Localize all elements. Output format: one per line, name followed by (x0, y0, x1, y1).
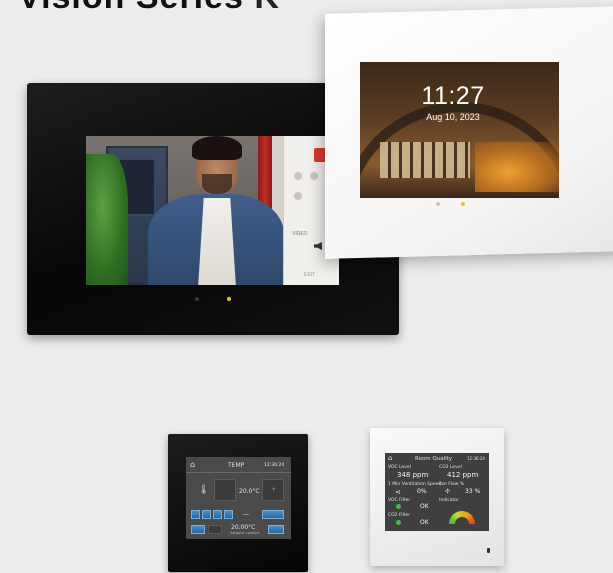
indicator-led-icon (227, 297, 231, 301)
indicator-label: Indicator (439, 498, 459, 503)
room-clock: 12:36:24 (467, 456, 485, 461)
co2-filter-status-icon (396, 520, 401, 525)
option-dot-icon[interactable] (294, 192, 302, 200)
status-led-icon (487, 548, 490, 553)
exit-button[interactable]: EXIT (304, 272, 315, 278)
co2-label: CO2 Level (439, 465, 462, 470)
setpoint-caption: Setpoint comfort (230, 531, 260, 535)
setpoint-up-button[interactable] (268, 525, 284, 534)
fan-value: 33 % (465, 488, 481, 495)
thermostat-title: TEMP (228, 462, 245, 469)
voc-label: VOC Level (388, 465, 411, 470)
home-icon[interactable]: ⌂ (190, 460, 195, 469)
mode-button[interactable] (213, 510, 222, 519)
setpoint-mode-button[interactable] (208, 525, 222, 534)
clock-date: Aug 10, 2023 (426, 112, 480, 122)
header-divider (186, 472, 291, 473)
co2-filter-value: OK (420, 519, 429, 526)
indicator-led-icon (461, 202, 465, 206)
side-label: VIDEO (292, 231, 308, 237)
indicator-led-icon (195, 297, 199, 301)
co2-filter-label: CO2 Filter (388, 513, 411, 518)
visitor-beard (202, 174, 232, 194)
voc-filter-value: OK (420, 503, 429, 510)
fan-icon: ✣ (445, 488, 451, 495)
speaker-icon[interactable] (314, 242, 322, 250)
mode-indicator: — (243, 511, 249, 518)
fan-button[interactable] (262, 510, 284, 519)
voc-filter-status-icon (396, 504, 401, 509)
intercom-screen[interactable]: VIDEO EXIT (86, 136, 339, 285)
fan-label: Fan Flow % (439, 482, 465, 487)
temp-up-button[interactable]: + (262, 479, 284, 501)
mode-button[interactable] (224, 510, 233, 519)
background-glow (475, 142, 559, 192)
clock-time: 11:27 (421, 82, 485, 110)
room-quality-screen[interactable]: ⌂ Room Quality 12:36:24 VOC Level 348 pp… (385, 453, 489, 531)
thermometer-icon: 🌡 (198, 485, 210, 495)
mode-button[interactable] (191, 510, 200, 519)
thermostat-clock: 12:36:24 (264, 463, 285, 468)
page-heading: Vision Series K (18, 0, 280, 17)
background-windows (380, 142, 470, 178)
option-dot-icon[interactable] (310, 172, 318, 180)
temp-display-box (214, 479, 236, 501)
voc-filter-label: VOC Filter (388, 498, 411, 503)
room-title: Room Quality (415, 456, 453, 462)
setpoint-value: 20.00°C (231, 524, 256, 531)
gauge-center (455, 517, 469, 524)
voc-value: 348 ppm (397, 471, 429, 479)
plus-icon: + (271, 486, 277, 493)
mode-button[interactable] (202, 510, 211, 519)
option-dot-icon[interactable] (294, 172, 302, 180)
current-temp: 20.0°C (239, 488, 260, 495)
video-bush (86, 154, 128, 285)
video-feed (86, 136, 283, 285)
clock-screen[interactable]: 11:27 Aug 10, 2023 (360, 62, 559, 198)
ventilation-label: 1 Min Ventilation Speed (388, 482, 442, 487)
co2-value: 412 ppm (447, 471, 479, 479)
indicator-led-icon (436, 202, 440, 206)
visitor-hair (192, 136, 242, 160)
visitor-shirt (198, 198, 236, 285)
setpoint-down-button[interactable] (191, 525, 205, 534)
thermostat-screen[interactable]: ⌂ TEMP 12:36:24 🌡 20.0°C + — 20.00°C Set… (186, 457, 291, 539)
share-icon: ⋖ (395, 488, 401, 496)
home-icon[interactable]: ⌂ (388, 454, 392, 462)
ventilation-value: 0% (417, 488, 427, 495)
